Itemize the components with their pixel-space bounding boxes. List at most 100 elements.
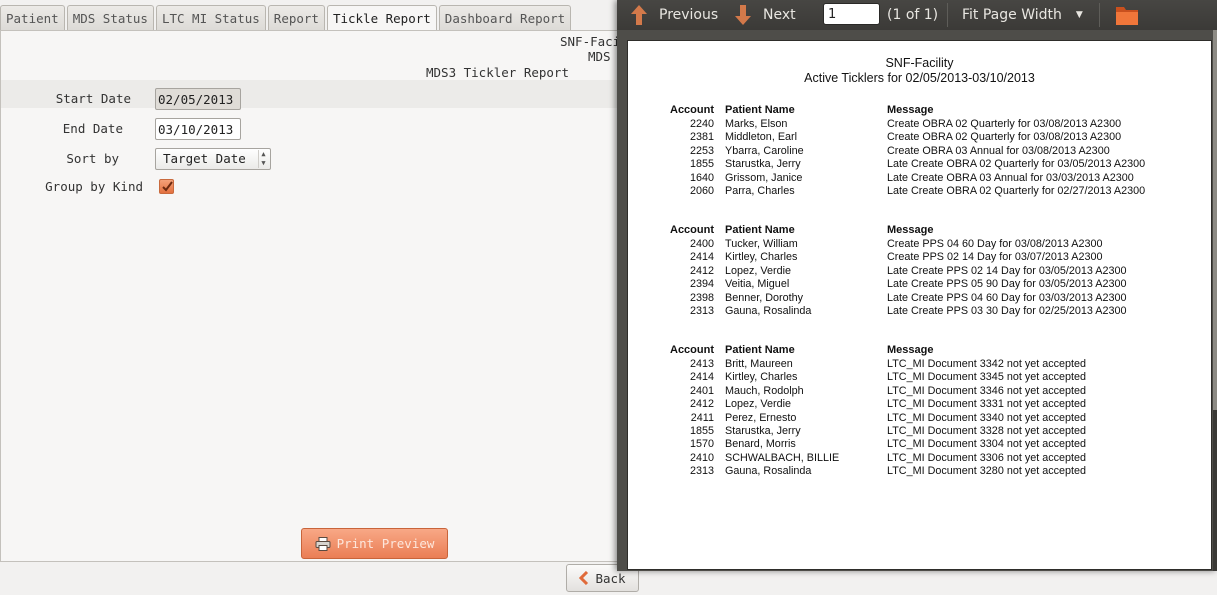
row-patient-name: Kirtley, Charles	[725, 251, 798, 264]
row-message: LTC_MI Document 3304 not yet accepted	[887, 438, 1087, 451]
tab-mds-status[interactable]: MDS Status	[66, 5, 154, 31]
page-number-input[interactable]	[823, 3, 880, 25]
tab-bar: Patient MDS Status LTC MI Status Report …	[0, 5, 573, 32]
open-folder-button[interactable]	[1115, 0, 1139, 30]
row-account: 1640	[689, 171, 714, 184]
row-patient-name: Lopez, Verdie	[725, 398, 792, 411]
row-patient-name: Benner, Dorothy	[725, 291, 804, 304]
next-label: Next	[763, 7, 796, 23]
report-row: 2401 Mauch, Rodolph LTC_MI Document 3346 n…	[628, 385, 1211, 398]
row-account: 2401	[689, 384, 714, 397]
row-account: 2060	[689, 185, 714, 197]
tab-dashboard-report[interactable]: Dashboard Report	[438, 5, 572, 31]
zoom-select[interactable]: Fit Page Width ▼	[962, 0, 1083, 30]
viewer-toolbar: Previous Next (1 of 1) Fit Page Width ▼	[617, 0, 1217, 30]
row-account: 2400	[689, 238, 714, 250]
toolbar-separator-2	[1099, 3, 1100, 27]
row-message: Late Create PPS 03 30 Day for 02/25/2013…	[887, 305, 1127, 317]
column-message: Message	[887, 104, 934, 116]
report-row: 2412 Lopez, Verdie LTC_MI Document 3331 no…	[628, 398, 1211, 411]
row-message: LTC_MI Document 3345 not yet accepted	[887, 371, 1087, 384]
column-patient-name: Patient Name	[725, 344, 795, 356]
row-account: 2313	[689, 305, 714, 317]
report-facility-title: SNF-Facility	[885, 56, 954, 70]
row-message: LTC_MI Document 3346 not yet accepted	[887, 384, 1087, 397]
sort-by-select[interactable]: Target Date ▲ ▼	[155, 148, 271, 170]
checkmark-icon	[162, 181, 173, 192]
row-account: 2394	[689, 278, 714, 291]
end-date-input[interactable]	[155, 118, 241, 140]
previous-page-button[interactable]: Previous	[629, 0, 718, 30]
previous-label: Previous	[659, 7, 719, 23]
start-date-input[interactable]	[155, 88, 241, 110]
report-row: 2398 Benner, Dorothy Late Create PPS 04 60…	[628, 292, 1211, 305]
row-account: 2411	[690, 411, 714, 424]
row-patient-name: Parra, Charles	[725, 185, 795, 197]
report-row: 2414 Kirtley, Charles LTC_MI Document 3345…	[628, 371, 1211, 384]
group-by-kind-checkbox[interactable]	[159, 179, 174, 194]
row-message: Create OBRA 02 Quarterly for 03/08/2013 …	[887, 131, 1122, 144]
report-column-header: Account Patient Name Message	[628, 344, 1211, 358]
row-message: LTC_MI Document 3280 not yet accepted	[887, 465, 1087, 478]
next-page-button[interactable]: Next	[733, 0, 796, 30]
viewer-scrollbar-thumb[interactable]	[1213, 30, 1217, 410]
row-patient-name: Mauch, Rodolph	[725, 384, 804, 397]
report-row: 2394 Veitia, Miguel Late Create PPS 05 90 …	[628, 278, 1211, 291]
report-row: 1640 Grissom, Janice Late Create OBRA 03 A…	[628, 172, 1211, 185]
row-account: 2253	[689, 144, 714, 157]
arrow-down-icon	[735, 5, 751, 25]
row-account: 1570	[689, 438, 714, 451]
header-report-name: MDS3 Tickler Report	[426, 65, 569, 80]
dropdown-arrow-icon: ▼	[1075, 10, 1083, 20]
report-subtitle: Active Ticklers for 02/05/2013-03/10/201…	[804, 71, 1035, 85]
row-patient-name: Middleton, Earl	[725, 131, 798, 144]
column-patient-name: Patient Name	[725, 224, 795, 236]
tickle-report-panel: SNF-Faci MDS MDS3 Tickler Report Start D…	[0, 30, 640, 562]
row-patient-name: Benard, Morris	[725, 438, 796, 451]
row-account: 2410	[689, 451, 714, 464]
row-patient-name: Marks, Elson	[725, 118, 788, 130]
tab-tickle-report[interactable]: Tickle Report	[326, 5, 437, 32]
spinner-arrows-icon: ▲ ▼	[258, 150, 268, 168]
row-account: 1855	[689, 158, 714, 171]
row-message: LTC_MI Document 3306 not yet accepted	[887, 451, 1087, 464]
folder-icon	[1116, 7, 1138, 25]
report-row: 2240 Marks, Elson Create OBRA 02 Quarterly…	[628, 118, 1211, 131]
row-patient-name: Starustka, Jerry	[725, 158, 801, 171]
row-message: Create OBRA 02 Quarterly for 03/08/2013 …	[887, 118, 1122, 130]
print-preview-button[interactable]: Print Preview	[301, 528, 448, 559]
print-preview-label: Print Preview	[336, 536, 435, 551]
row-account: 1855	[689, 425, 714, 437]
row-account: 2240	[689, 118, 714, 130]
column-patient-name: Patient Name	[725, 104, 795, 116]
arrow-up-icon	[631, 5, 647, 25]
row-patient-name: Tucker, William	[725, 238, 798, 250]
back-arrow-icon	[579, 571, 589, 585]
column-account: Account	[670, 344, 714, 356]
tab-patient[interactable]: Patient	[0, 5, 65, 31]
report-row: 2253 Ybarra, Caroline Create OBRA 03 Annua…	[628, 145, 1211, 158]
row-account: 2381	[689, 131, 714, 144]
row-message: LTC_MI Document 3331 not yet accepted	[887, 398, 1087, 411]
sort-by-label: Sort by	[66, 151, 119, 166]
tab-ltc-mi-status[interactable]: LTC MI Status	[155, 5, 266, 31]
header-mds: MDS	[588, 49, 611, 64]
report-row: 2412 Lopez, Verdie Late Create PPS 02 14 D…	[628, 265, 1211, 278]
toolbar-separator	[947, 3, 948, 27]
end-date-label: End Date	[62, 121, 123, 136]
tab-report[interactable]: Report	[267, 5, 325, 31]
start-date-label: Start Date	[55, 91, 131, 106]
row-message: Late Create OBRA 02 Quarterly for 02/27/…	[887, 185, 1146, 197]
pdf-page: SNF-Facility Active Ticklers for 02/05/2…	[627, 40, 1212, 570]
row-account: 2414	[689, 371, 714, 384]
group-by-kind-label: Group by Kind	[45, 179, 143, 194]
row-patient-name: Perez, Ernesto	[725, 411, 797, 424]
row-patient-name: Veitia, Miguel	[725, 278, 790, 291]
page-count: (1 of 1)	[887, 7, 939, 23]
back-label: Back	[595, 570, 626, 586]
report-row: 1855 Starustka, Jerry LTC_MI Document 3328…	[628, 425, 1211, 438]
row-message: Create PPS 02 14 Day for 03/07/2013 A230…	[887, 251, 1103, 264]
row-message: Create OBRA 03 Annual for 03/08/2013 A23…	[887, 144, 1110, 157]
report-row: 2410 SCHWALBACH, BILLIE LTC_MI Document 33…	[628, 452, 1211, 465]
column-message: Message	[887, 344, 934, 356]
